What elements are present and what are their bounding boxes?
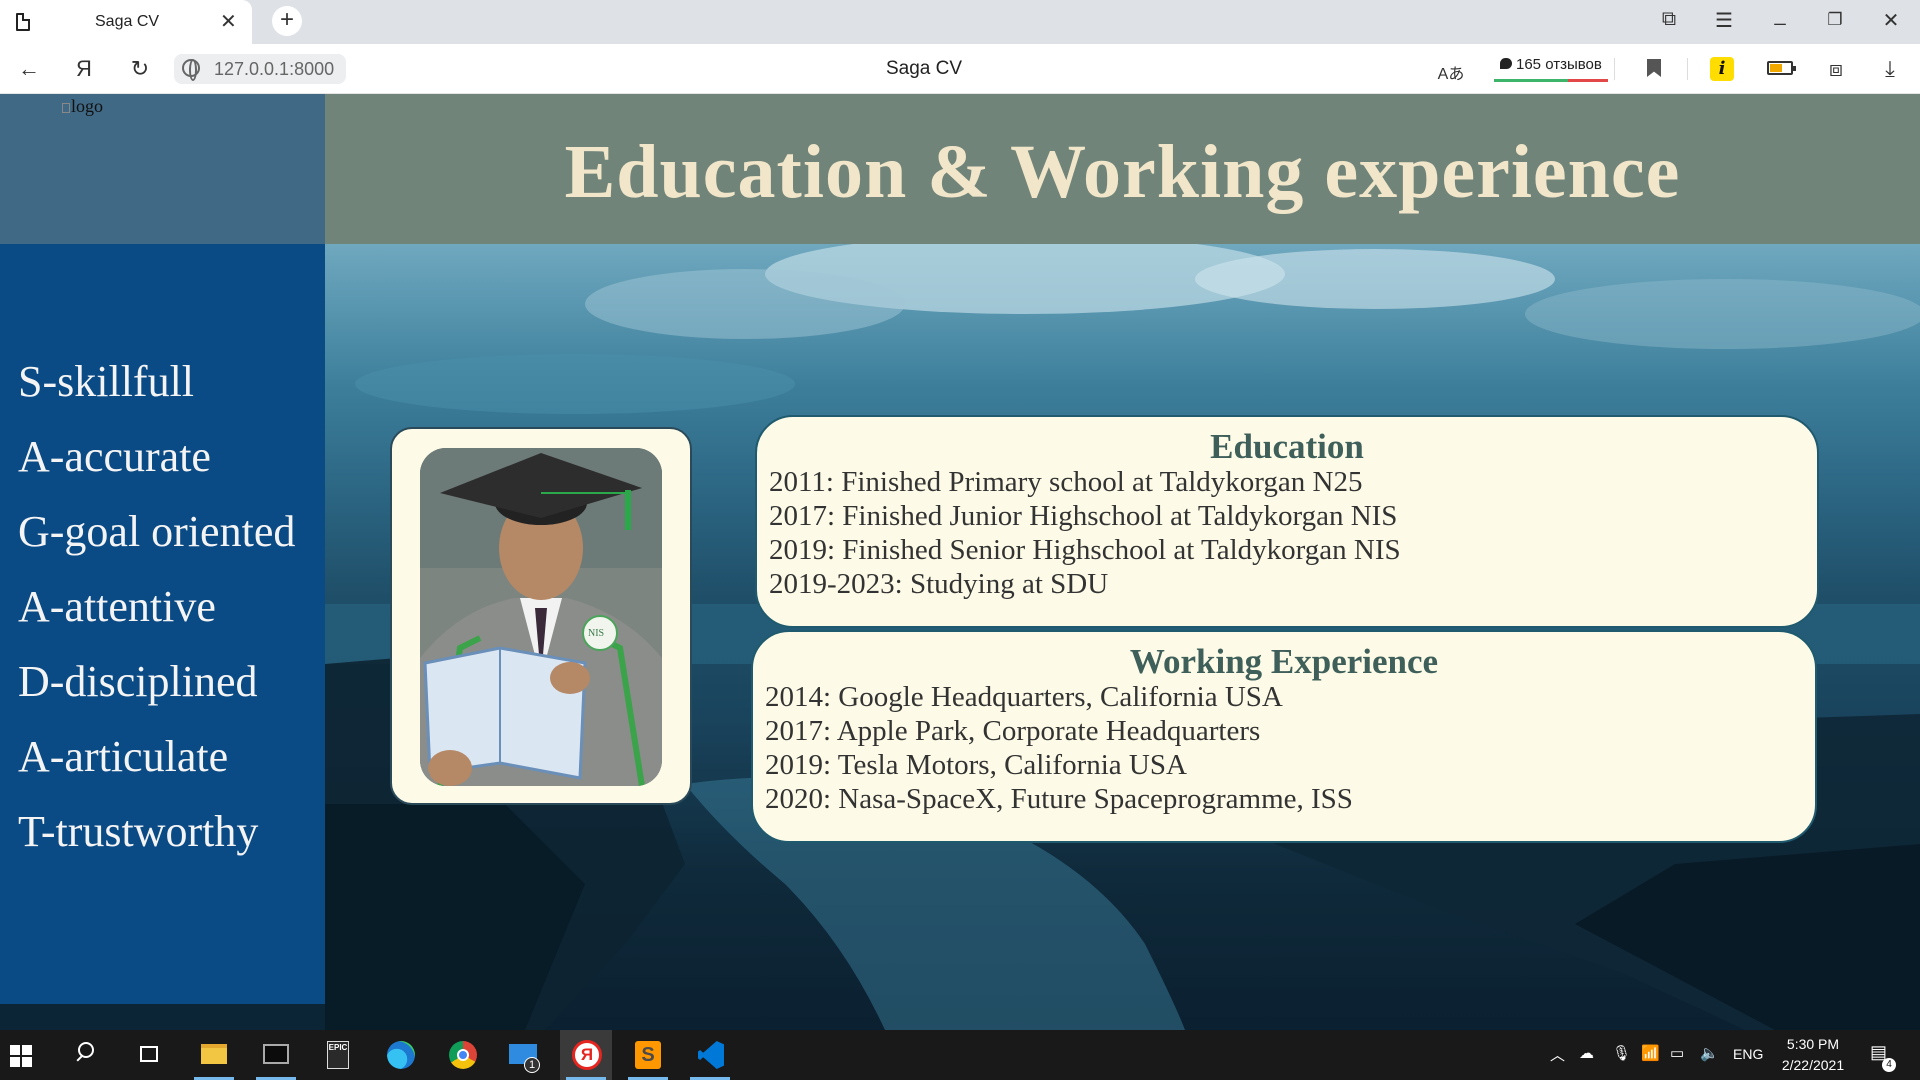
folder-icon	[201, 1044, 227, 1064]
logo-area: logo	[0, 94, 325, 244]
translate-icon[interactable]: Aあ	[1437, 60, 1465, 84]
mail-badge: 1	[524, 1057, 540, 1073]
education-list: 2011: Finished Primary school at Taldyko…	[769, 465, 1817, 601]
clock-time: 5:30 PM	[1786, 1036, 1840, 1052]
profile-photo: NIS	[420, 448, 662, 786]
onedrive-icon[interactable]: ☁	[1579, 1044, 1594, 1062]
education-item: 2011: Finished Primary school at Taldyko…	[769, 466, 1363, 498]
battery-saver-icon[interactable]	[1767, 61, 1796, 75]
work-item: 2014: Google Headquarters, California US…	[765, 681, 1283, 713]
windows-taskbar: EPIC 1 Я S ︿ ☁ 🎙 📶 ▭ 🔈 ENG 5:30 PM 2/22/…	[0, 1030, 1920, 1080]
work-item: 2017: Apple Park, Corporate Headquarters	[765, 715, 1261, 747]
clock[interactable]: 5:30 PM 2/22/2021	[1770, 1034, 1856, 1076]
work-experience-list: 2014: Google Headquarters, California US…	[765, 680, 1815, 816]
restore-button[interactable]: ❐	[1820, 10, 1850, 30]
page-icon	[16, 13, 30, 31]
collections-icon[interactable]: ⧉	[1654, 8, 1684, 31]
profile-photo-frame: NIS	[390, 427, 692, 805]
volume-icon[interactable]: 🔈	[1700, 1044, 1719, 1062]
work-experience-title: Working Experience	[1129, 642, 1439, 681]
badge-text: NIS	[588, 628, 605, 639]
taskbar-yandex-browser[interactable]: Я	[560, 1030, 612, 1080]
edge-icon	[387, 1041, 415, 1069]
page-content: logo Education & Working experience S-sk…	[0, 94, 1920, 1030]
browser-tab-bar: Saga CV ✕ + ⧉ ☰ _ ❐ ✕	[0, 0, 1920, 44]
taskbar-file-explorer[interactable]	[188, 1030, 240, 1080]
microphone-icon[interactable]: 🎙	[1612, 1044, 1631, 1062]
sublime-text-icon: S	[635, 1041, 661, 1069]
taskbar-mail[interactable]: 1	[498, 1030, 550, 1080]
acronym-item: S-skillfull	[18, 357, 195, 406]
battery-icon[interactable]: ▭	[1670, 1044, 1684, 1062]
page-heading: Education & Working experience	[564, 130, 1681, 214]
tab-title: Saga CV	[95, 13, 160, 30]
taskbar-vscode[interactable]	[684, 1030, 736, 1080]
download-icon[interactable]: ⤓	[1876, 56, 1904, 82]
education-item: 2019-2023: Studying at SDU	[769, 568, 1109, 600]
acronym-item: G-goal oriented	[18, 507, 296, 556]
acronym-item: A-accurate	[18, 432, 211, 481]
taskbar-sublime-text[interactable]: S	[622, 1030, 674, 1080]
acronym-item: A-attentive	[18, 582, 216, 631]
acronym-item: D-disciplined	[18, 657, 258, 706]
browser-toolbar: ← Я ↻ 127.0.0.1:8000 Saga CV Aあ 165 отзы…	[0, 44, 1920, 94]
acronym-list: S-skillfull A-accurate G-goal oriented A…	[18, 359, 295, 884]
menu-icon[interactable]: ☰	[1709, 8, 1739, 33]
language-indicator[interactable]: ENG	[1733, 1046, 1763, 1062]
work-item: 2020: Nasa-SpaceX, Future Spaceprogramme…	[765, 783, 1353, 815]
education-card: Education 2011: Finished Primary school …	[755, 415, 1819, 628]
education-item: 2017: Finished Junior Highschool at Tald…	[769, 500, 1398, 532]
reviews-badge[interactable]: 165 отзывов	[1494, 54, 1608, 82]
education-title: Education	[1210, 427, 1364, 466]
taskbar-edge[interactable]	[374, 1030, 426, 1080]
minimize-button[interactable]: _	[1765, 4, 1795, 27]
taskbar-chrome[interactable]	[436, 1030, 488, 1080]
sidebar: S-skillfull A-accurate G-goal oriented A…	[0, 244, 325, 1004]
logo-image: logo	[62, 96, 103, 117]
close-tab-icon[interactable]: ✕	[220, 9, 237, 34]
show-hidden-icons-icon[interactable]: ︿	[1550, 1044, 1565, 1065]
close-window-button[interactable]: ✕	[1876, 8, 1906, 33]
yandex-browser-icon: Я	[572, 1040, 602, 1070]
wifi-icon[interactable]: 📶	[1641, 1044, 1660, 1062]
extensions-icon[interactable]: ⧈	[1822, 56, 1850, 82]
start-button[interactable]	[0, 1030, 52, 1080]
logo-alt-text: logo	[71, 96, 104, 116]
taskbar-epic-games[interactable]: EPIC	[312, 1030, 364, 1080]
search-button[interactable]	[62, 1030, 114, 1080]
acronym-item: A-articulate	[18, 732, 229, 781]
work-experience-card: Working Experience 2014: Google Headquar…	[751, 630, 1817, 843]
work-item: 2019: Tesla Motors, California USA	[765, 749, 1187, 781]
education-item: 2019: Finished Senior Highschool at Tald…	[769, 534, 1401, 566]
browser-tab[interactable]: Saga CV ✕	[0, 0, 252, 44]
acronym-item: T-trustworthy	[18, 807, 259, 856]
extension-icon[interactable]: i	[1710, 57, 1734, 81]
new-tab-button[interactable]: +	[272, 6, 302, 36]
vscode-icon	[698, 1041, 724, 1069]
task-view-button[interactable]	[124, 1030, 176, 1080]
header-band: Education & Working experience	[325, 94, 1920, 244]
terminal-icon	[263, 1044, 289, 1064]
clock-date: 2/22/2021	[1781, 1057, 1845, 1073]
windows-icon	[10, 1045, 32, 1067]
task-view-icon	[140, 1046, 158, 1062]
epic-games-icon: EPIC	[327, 1041, 349, 1069]
taskbar-terminal[interactable]	[250, 1030, 302, 1080]
reviews-count: 165 отзывов	[1516, 56, 1602, 73]
broken-image-icon	[62, 102, 70, 113]
comment-icon	[1500, 58, 1512, 69]
notification-count: 4	[1882, 1058, 1896, 1072]
